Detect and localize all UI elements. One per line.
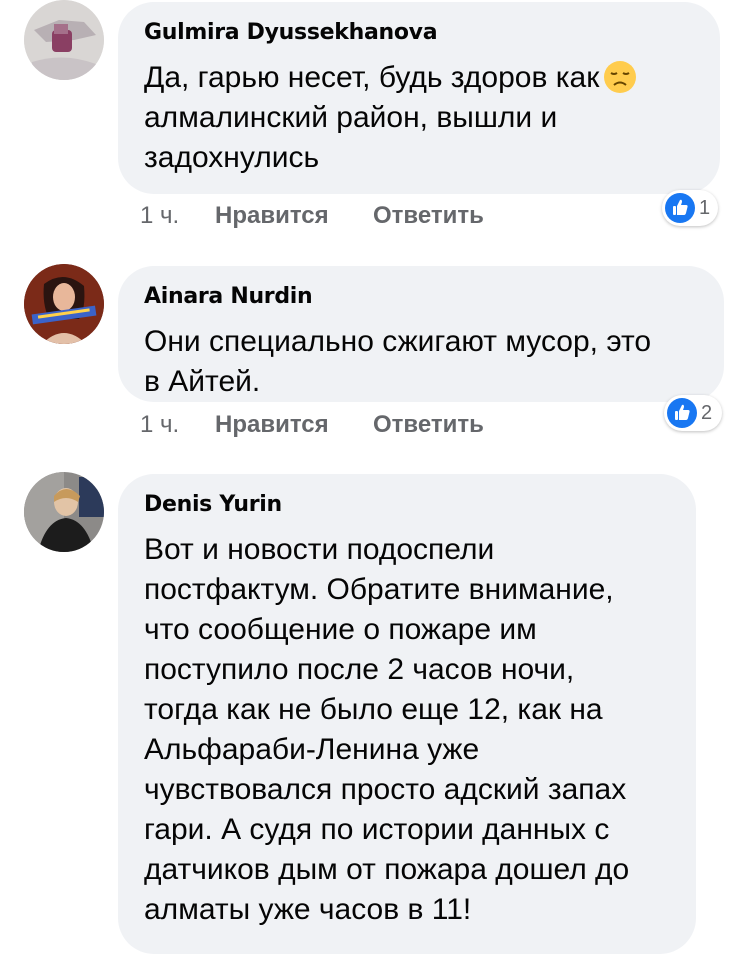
like-icon xyxy=(667,398,697,428)
reply-button[interactable]: Ответить xyxy=(373,202,484,230)
comment-bubble: Denis Yurin Вот и новости подоспели пост… xyxy=(118,474,696,954)
comment-line: алматы уже часов в 11! xyxy=(144,893,472,926)
comment-line: задохнулись xyxy=(144,141,320,174)
comment-line: что сообщение о пожаре им xyxy=(144,613,537,646)
comment-line: Они специально сжигают мусор, это xyxy=(144,325,652,358)
comment-line: тогда как не было еще 12, как на xyxy=(144,693,603,726)
comment-text: Да, гарью несет, будь здоров как алмалин… xyxy=(144,58,637,178)
like-button[interactable]: Нравится xyxy=(215,411,329,439)
like-button[interactable]: Нравится xyxy=(215,202,329,230)
comment-line: в Айтей. xyxy=(144,365,261,398)
comment-author[interactable]: Ainara Nurdin xyxy=(144,284,313,309)
comment-line: чувствовался просто адский запах xyxy=(144,773,627,806)
comment-line: Вот и новости подоспели xyxy=(144,533,495,566)
disappointed-face-emoji xyxy=(604,61,637,93)
comment-time[interactable]: 1 ч. xyxy=(140,202,179,230)
comment-time[interactable]: 1 ч. xyxy=(140,411,179,439)
comment-line: Да, гарью несет, будь здоров как xyxy=(144,61,600,94)
comment-line: алмалинский район, вышли и xyxy=(144,101,558,134)
like-icon xyxy=(665,193,695,223)
comment-author[interactable]: Denis Yurin xyxy=(144,492,282,517)
comment-line: поступило после 2 часов ночи, xyxy=(144,653,575,686)
comment-author[interactable]: Gulmira Dyussekhanova xyxy=(144,20,438,45)
comment-text: Вот и новости подоспели постфактум. Обра… xyxy=(144,530,629,930)
comment-line: Альфараби-Ленина уже xyxy=(144,733,480,766)
reaction-summary[interactable]: 1 xyxy=(662,190,718,226)
comment-line: гари. А судя по истории данных с xyxy=(144,813,610,846)
avatar[interactable] xyxy=(24,264,104,344)
comment-text: Они специально сжигают мусор, это в Айте… xyxy=(144,322,651,402)
comment-line: датчиков дым от пожара дошел до xyxy=(144,853,630,886)
comment-bubble: Gulmira Dyussekhanova Да, гарью несет, б… xyxy=(118,2,720,194)
avatar[interactable] xyxy=(24,0,104,80)
reply-button[interactable]: Ответить xyxy=(373,411,484,439)
reaction-summary[interactable]: 2 xyxy=(664,395,722,431)
reaction-count: 1 xyxy=(699,196,711,219)
comment-bubble: Ainara Nurdin Они специально сжигают мус… xyxy=(118,266,724,402)
comment-line: постфактум. Обратите внимание, xyxy=(144,573,614,606)
reaction-count: 2 xyxy=(701,401,713,424)
avatar[interactable] xyxy=(24,472,104,552)
